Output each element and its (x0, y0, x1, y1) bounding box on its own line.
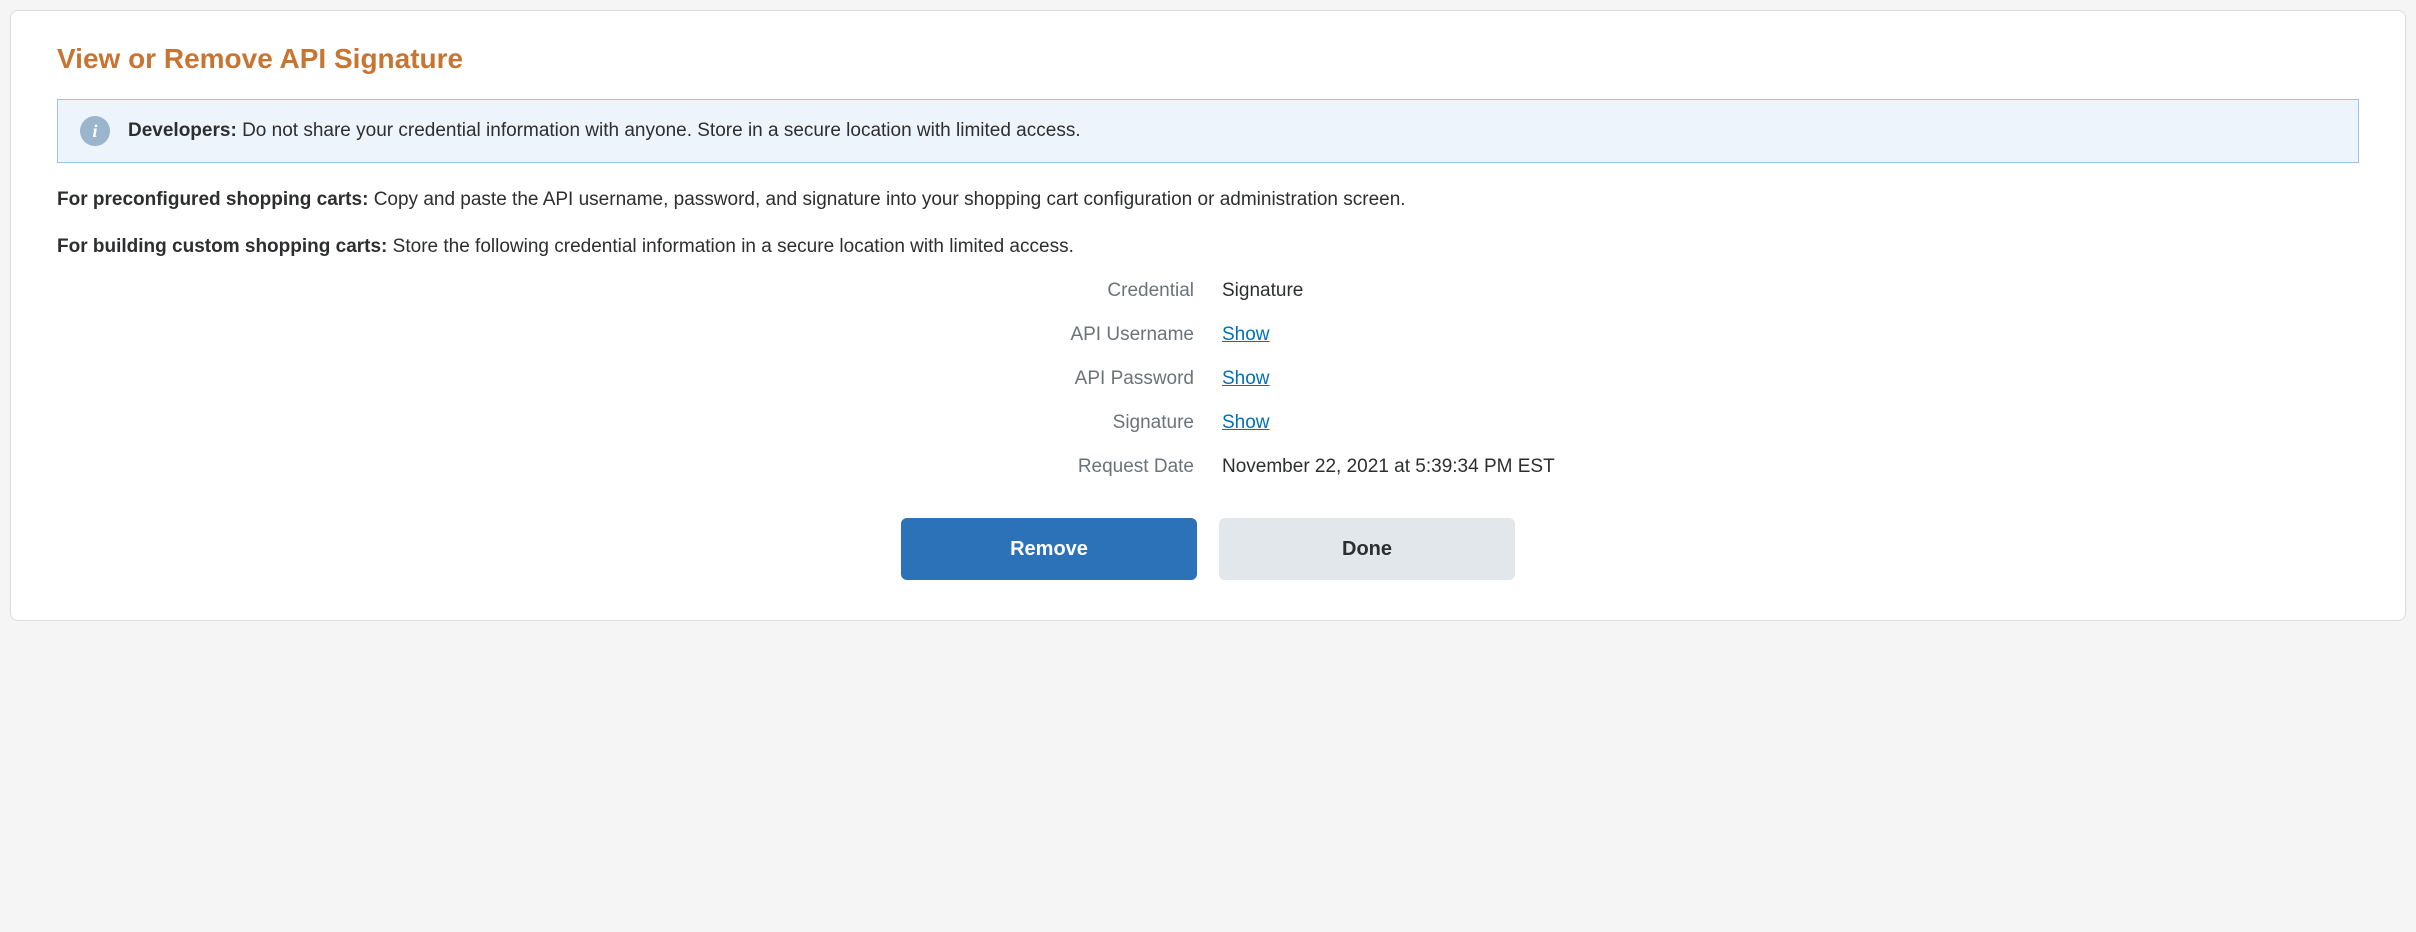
custom-label: For building custom shopping carts: (57, 236, 387, 257)
info-banner-label: Developers: (128, 120, 237, 141)
credential-value: Signature (1222, 280, 2359, 302)
info-icon: i (80, 116, 110, 146)
show-api-username-link[interactable]: Show (1222, 324, 1270, 345)
info-banner-text: Developers: Do not share your credential… (128, 120, 1081, 142)
custom-paragraph: For building custom shopping carts: Stor… (57, 234, 2359, 261)
remove-button[interactable]: Remove (901, 518, 1197, 580)
preconfigured-label: For preconfigured shopping carts: (57, 189, 368, 210)
custom-text: Store the following credential informati… (393, 236, 1074, 257)
info-banner-body: Do not share your credential information… (242, 120, 1081, 141)
page-title: View or Remove API Signature (57, 43, 2359, 75)
api-username-label: API Username (57, 324, 1194, 346)
request-date-value: November 22, 2021 at 5:39:34 PM EST (1222, 456, 2359, 478)
request-date-label: Request Date (57, 456, 1194, 478)
show-signature-link[interactable]: Show (1222, 412, 1270, 433)
credential-label: Credential (57, 280, 1194, 302)
api-signature-card: View or Remove API Signature i Developer… (10, 10, 2406, 621)
signature-label: Signature (57, 412, 1194, 434)
show-api-password-link[interactable]: Show (1222, 368, 1270, 389)
done-button[interactable]: Done (1219, 518, 1515, 580)
button-row: Remove Done (57, 518, 2359, 580)
api-password-label: API Password (57, 368, 1194, 390)
preconfigured-paragraph: For preconfigured shopping carts: Copy a… (57, 187, 2359, 214)
preconfigured-text: Copy and paste the API username, passwor… (374, 189, 1406, 210)
credentials-table: Credential Signature API Username Show A… (57, 280, 2359, 478)
info-banner: i Developers: Do not share your credenti… (57, 99, 2359, 163)
